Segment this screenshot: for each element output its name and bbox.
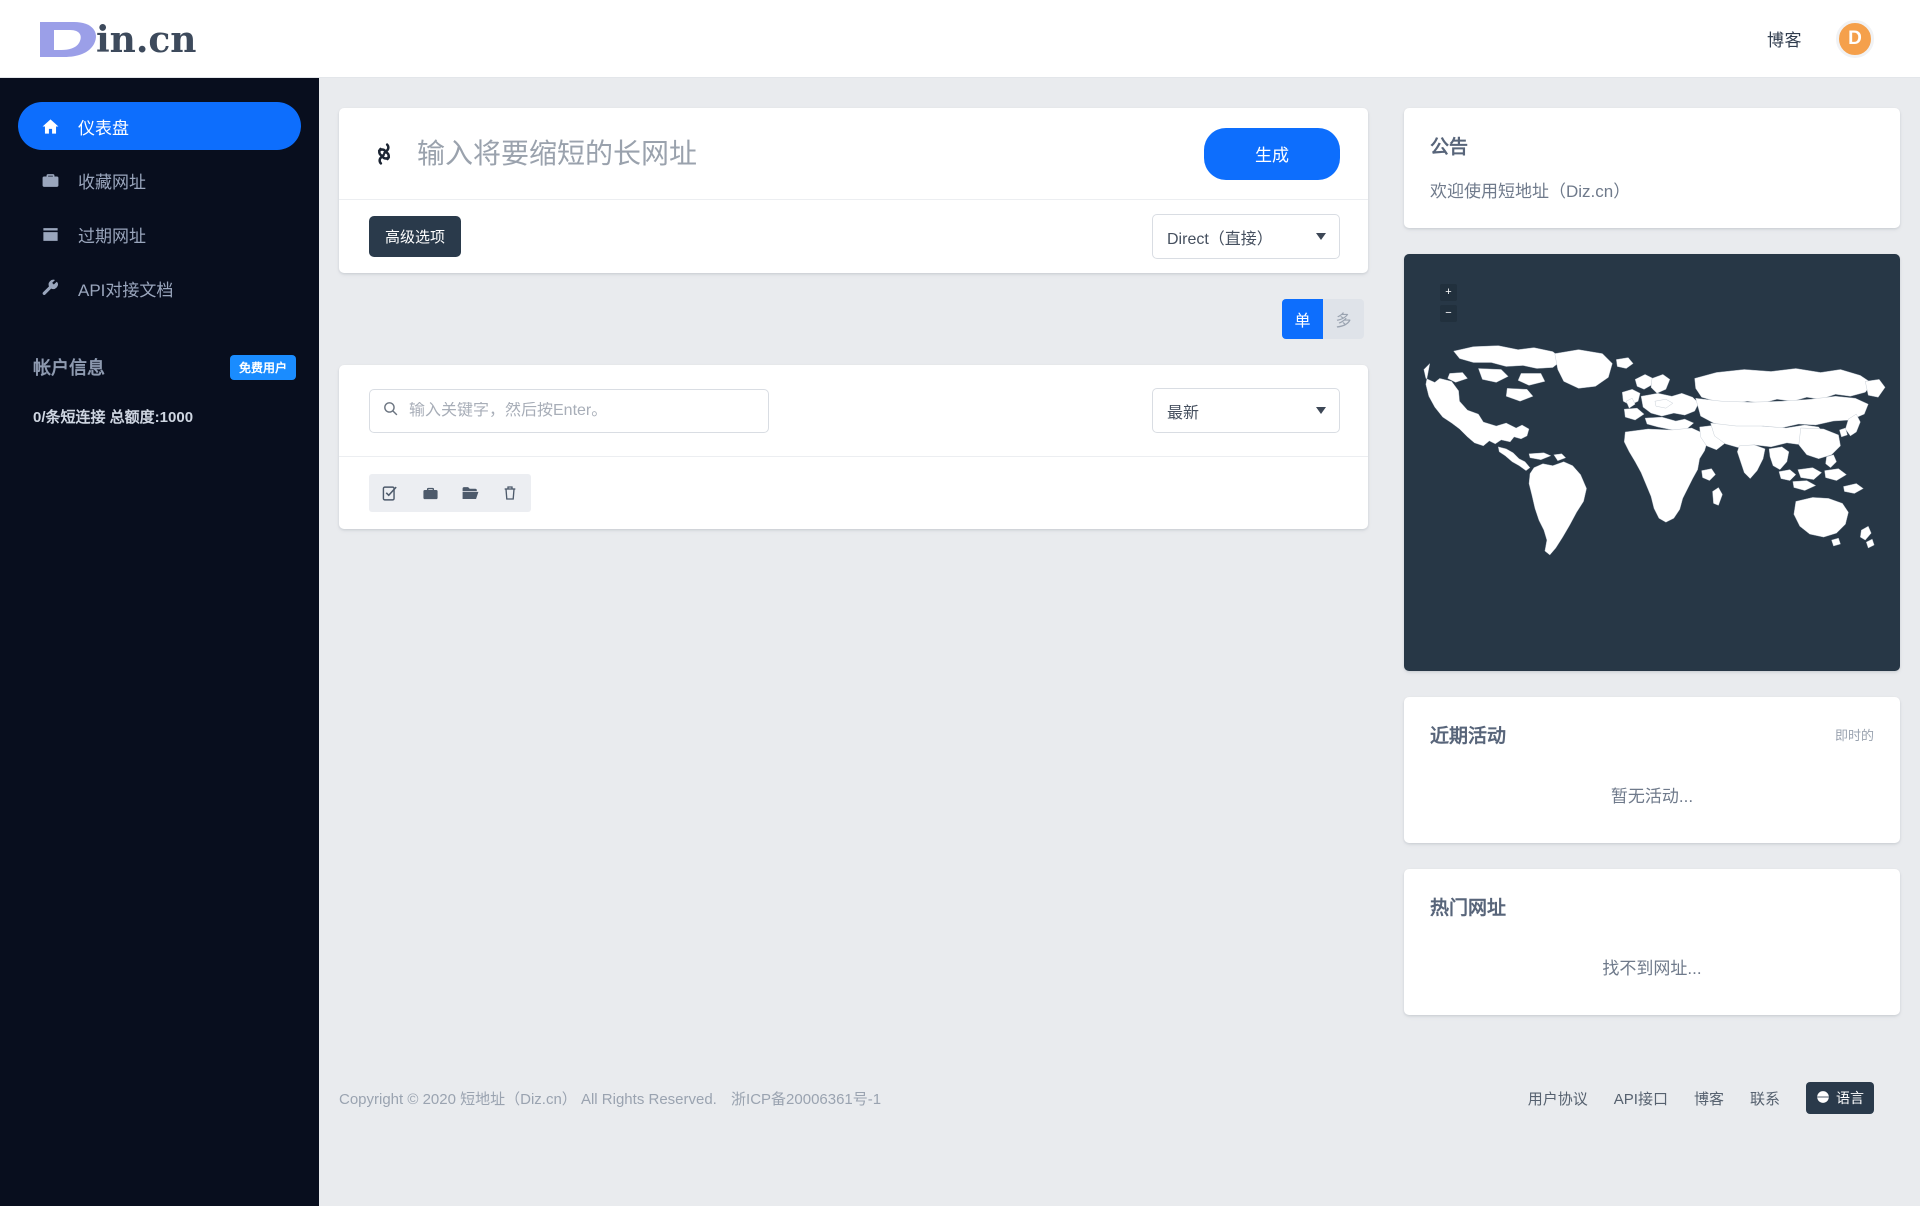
chevron-down-icon: [1316, 233, 1326, 240]
account-quota-text: 0/条短连接 总额度:1000: [33, 406, 301, 427]
brand-logo-icon: in.cn: [34, 16, 214, 62]
popular-urls-panel: 热门网址 找不到网址...: [1404, 869, 1900, 1015]
popular-urls-title: 热门网址: [1430, 893, 1874, 920]
mode-single-button[interactable]: 单: [1282, 299, 1323, 339]
bulk-action-row: [339, 457, 1368, 529]
account-info-header: 帐户信息 免费用户: [33, 354, 296, 380]
footer-link-contact[interactable]: 联系: [1750, 1088, 1780, 1109]
world-map-svg: [1404, 304, 1900, 562]
account-info-title: 帐户信息: [33, 354, 105, 380]
briefcase-icon: [40, 171, 60, 190]
svg-text:in.cn: in.cn: [96, 19, 196, 61]
sort-select-value: 最新: [1167, 399, 1199, 423]
bulk-action-group: [369, 474, 531, 512]
sort-select[interactable]: 最新: [1152, 388, 1340, 433]
announcement-panel: 公告 欢迎使用短地址（Diz.cn）: [1404, 108, 1900, 228]
nav-blog-link[interactable]: 博客: [1767, 26, 1802, 51]
sidebar-item-label: 过期网址: [78, 222, 146, 247]
recent-activity-title: 近期活动: [1430, 721, 1506, 748]
main-content: 生成 高级选项 Direct（直接） 单 多: [319, 78, 1920, 1206]
footer-icp: 浙ICP备20006361号-1: [731, 1091, 881, 1108]
recent-activity-subtitle: 即时的: [1835, 721, 1874, 744]
sidebar-item-label: API对接文档: [78, 276, 173, 301]
search-field[interactable]: [369, 389, 769, 433]
options-row: 高级选项 Direct（直接）: [339, 200, 1368, 273]
chevron-down-icon: [1316, 407, 1326, 414]
select-all-icon[interactable]: [377, 480, 403, 506]
footer: Copyright © 2020 短地址（Diz.cn） All Rights …: [319, 1068, 1920, 1128]
map-zoom-in-button[interactable]: +: [1440, 284, 1457, 301]
briefcase-icon[interactable]: [417, 480, 443, 506]
footer-link-api[interactable]: API接口: [1614, 1088, 1668, 1109]
footer-right: 用户协议 API接口 博客 联系 语言: [1528, 1082, 1874, 1114]
right-column: 公告 欢迎使用短地址（Diz.cn） + −: [1404, 108, 1900, 1041]
sidebar-item-favorites[interactable]: 收藏网址: [18, 156, 301, 204]
sidebar-item-label: 收藏网址: [78, 168, 146, 193]
mode-toggle-group: 单 多: [1282, 299, 1364, 339]
link-icon: [369, 139, 399, 169]
world-map-panel[interactable]: + −: [1404, 254, 1900, 671]
footer-copyright: Copyright © 2020 短地址（Diz.cn） All Rights …: [339, 1091, 717, 1108]
sidebar-item-label: 仪表盘: [78, 114, 129, 139]
redirect-type-value: Direct（直接）: [1167, 225, 1273, 249]
generate-button[interactable]: 生成: [1204, 128, 1340, 180]
sidebar-item-api-docs[interactable]: API对接文档: [18, 264, 301, 312]
map-zoom-controls: + −: [1440, 284, 1457, 322]
left-column: 生成 高级选项 Direct（直接） 单 多: [339, 108, 1368, 529]
footer-link-blog[interactable]: 博客: [1694, 1088, 1724, 1109]
footer-link-terms[interactable]: 用户协议: [1528, 1088, 1588, 1109]
url-list-card: 最新: [339, 365, 1368, 529]
announcement-title: 公告: [1430, 132, 1874, 159]
search-input[interactable]: [409, 402, 768, 420]
search-icon: [382, 400, 399, 422]
mode-multi-button[interactable]: 多: [1323, 299, 1364, 339]
recent-activity-empty: 暂无活动...: [1430, 766, 1874, 817]
folder-open-icon[interactable]: [457, 480, 483, 506]
announcement-text: 欢迎使用短地址（Diz.cn）: [1430, 177, 1874, 202]
globe-icon: [1816, 1090, 1830, 1107]
avatar[interactable]: D: [1836, 20, 1874, 58]
long-url-input[interactable]: [417, 138, 1204, 170]
url-input-row: 生成: [339, 108, 1368, 200]
search-row: 最新: [339, 365, 1368, 457]
language-button[interactable]: 语言: [1806, 1082, 1874, 1114]
sidebar-item-expired[interactable]: 过期网址: [18, 210, 301, 258]
trash-icon[interactable]: [497, 480, 523, 506]
popular-urls-empty: 找不到网址...: [1430, 938, 1874, 989]
calendar-icon: [40, 225, 60, 244]
home-icon: [40, 117, 60, 136]
url-shortener-card: 生成 高级选项 Direct（直接）: [339, 108, 1368, 273]
redirect-type-select[interactable]: Direct（直接）: [1152, 214, 1340, 259]
sidebar-item-dashboard[interactable]: 仪表盘: [18, 102, 301, 150]
footer-left: Copyright © 2020 短地址（Diz.cn） All Rights …: [339, 1088, 891, 1109]
brand-logo[interactable]: in.cn: [34, 16, 214, 62]
wrench-icon: [40, 279, 60, 298]
account-tier-badge: 免费用户: [230, 355, 296, 380]
recent-activity-panel: 近期活动 即时的 暂无活动...: [1404, 697, 1900, 843]
top-bar: in.cn 博客 D: [0, 0, 1920, 78]
advanced-options-button[interactable]: 高级选项: [369, 216, 461, 257]
language-label: 语言: [1836, 1088, 1864, 1108]
sidebar: 仪表盘 收藏网址 过期网址 API对接文档 帐户信息 免费用户 0/条短连接 总…: [0, 78, 319, 1206]
mode-toggle-row: 单 多: [339, 299, 1364, 339]
map-zoom-out-button[interactable]: −: [1440, 305, 1457, 322]
top-bar-right: 博客 D: [1767, 20, 1874, 58]
